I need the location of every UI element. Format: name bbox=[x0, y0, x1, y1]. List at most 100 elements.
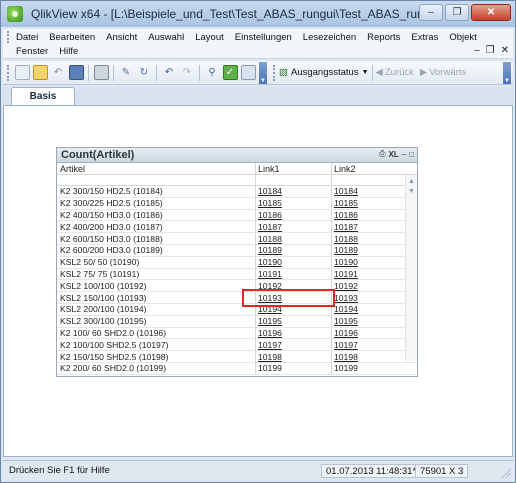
link-text[interactable]: 10187 bbox=[334, 222, 358, 232]
cell-artikel[interactable]: K2 600/200 HD3.0 (10189) bbox=[57, 245, 255, 255]
link-text[interactable]: 10191 bbox=[334, 269, 358, 279]
toolbar-overflow-icon-2[interactable]: ▼ bbox=[503, 61, 511, 84]
tab-basis[interactable]: Basis bbox=[11, 87, 75, 105]
cell-link1[interactable]: 10191 bbox=[255, 268, 331, 280]
menu-extras[interactable]: Extras bbox=[411, 32, 438, 43]
cell-link2[interactable]: 10190 bbox=[331, 256, 403, 268]
open-folder-icon[interactable] bbox=[32, 65, 48, 80]
cell-artikel[interactable]: K2 600/150 HD3.0 (10188) bbox=[57, 234, 255, 244]
cell-link1[interactable]: 10197 bbox=[255, 339, 331, 351]
print-icon[interactable]: ⎙ bbox=[379, 149, 385, 159]
menu-einstellungen[interactable]: Einstellungen bbox=[235, 32, 292, 43]
cell-link1[interactable]: 10190 bbox=[255, 256, 331, 268]
menu-auswahl[interactable]: Auswahl bbox=[148, 32, 184, 43]
sheet-area[interactable]: Count(Artikel) ⎙ XL – □ Artikel Link1 Li… bbox=[3, 105, 513, 457]
link-text[interactable]: 10189 bbox=[258, 245, 282, 255]
link-text[interactable]: 10188 bbox=[258, 234, 282, 244]
table-row[interactable]: KSL2 100/100 (10192) 10192 10192 bbox=[57, 280, 417, 293]
table-row[interactable]: K2 400/200 HD3.0 (10187) 10187 10187 bbox=[57, 221, 417, 234]
cell-link1[interactable]: 10198 bbox=[255, 351, 331, 362]
table-row[interactable]: K2 200/ 60 SHD2.0 (10199) 10199 10199 bbox=[57, 362, 417, 375]
table-row[interactable]: K2 600/200 HD3.0 (10189) 10189 10189 bbox=[57, 244, 417, 257]
cell-artikel[interactable]: KSL2 200/100 (10194) bbox=[57, 304, 255, 314]
link-text[interactable]: 10184 bbox=[334, 186, 358, 196]
table-row[interactable]: KSL2 150/100 (10193) 10193 10193 bbox=[57, 292, 417, 304]
link-text[interactable]: 10188 bbox=[334, 234, 358, 244]
cell-link2[interactable]: 10187 bbox=[331, 221, 403, 233]
undo-icon[interactable]: ↶ bbox=[162, 65, 177, 80]
link-text[interactable]: 10199 bbox=[258, 363, 282, 373]
table-row[interactable]: K2 300/225 HD2.5 (10185) 10185 10185 bbox=[57, 197, 417, 210]
scroll-down-icon[interactable]: ▼ bbox=[408, 188, 415, 195]
cell-artikel[interactable]: K2 150/150 SHD2.5 (10198) bbox=[57, 352, 255, 362]
table-box[interactable]: Count(Artikel) ⎙ XL – □ Artikel Link1 Li… bbox=[56, 147, 418, 377]
table-icon[interactable] bbox=[240, 65, 256, 80]
cell-link2[interactable]: 10184 bbox=[331, 186, 403, 197]
cell-link1[interactable]: 10189 bbox=[255, 244, 331, 256]
link-text[interactable]: 10187 bbox=[258, 222, 282, 232]
cell-artikel[interactable]: KSL2 150/100 (10193) bbox=[57, 293, 255, 303]
column-header-link1[interactable]: Link1 bbox=[255, 162, 331, 175]
cell-link2[interactable]: 10194 bbox=[331, 303, 403, 315]
column-header-link2[interactable]: Link2 bbox=[331, 162, 403, 175]
cell-link2[interactable]: 10191 bbox=[331, 268, 403, 280]
cell-link2[interactable]: 10198 bbox=[331, 351, 403, 362]
table-row[interactable]: K2 100/ 60 SHD2.0 (10196) 10196 10196 bbox=[57, 327, 417, 340]
cell-link2[interactable]: 10197 bbox=[331, 339, 403, 351]
cell-link2[interactable]: 10195 bbox=[331, 315, 403, 327]
link-text[interactable]: 10197 bbox=[258, 340, 282, 350]
cell-link1[interactable]: 10199 bbox=[255, 362, 331, 374]
link-text[interactable]: 10196 bbox=[334, 328, 358, 338]
reload-icon[interactable]: ↻ bbox=[137, 65, 152, 80]
maximize-icon[interactable]: □ bbox=[409, 150, 414, 159]
cell-link1[interactable]: 10187 bbox=[255, 221, 331, 233]
toolbar-grip[interactable] bbox=[7, 64, 10, 81]
menu-lesezeichen[interactable]: Lesezeichen bbox=[303, 32, 356, 43]
table-caption[interactable]: Count(Artikel) ⎙ XL – □ bbox=[57, 148, 417, 163]
resize-grip-icon[interactable] bbox=[501, 468, 511, 478]
back-button[interactable]: ◀ Zurück bbox=[376, 67, 414, 78]
link-text[interactable]: 10199 bbox=[334, 363, 358, 373]
doc-minimize-icon[interactable]: – bbox=[474, 45, 480, 56]
cell-link2[interactable]: 10188 bbox=[331, 233, 403, 244]
menu-hilfe[interactable]: Hilfe bbox=[59, 46, 78, 57]
cell-link2[interactable]: 10193 bbox=[331, 292, 403, 303]
scroll-up-icon[interactable]: ▲ bbox=[408, 178, 415, 185]
menu-ansicht[interactable]: Ansicht bbox=[106, 32, 137, 43]
xl-export-icon[interactable]: XL bbox=[388, 150, 398, 159]
cell-artikel[interactable]: KSL2 300/100 (10195) bbox=[57, 316, 255, 326]
print-icon[interactable] bbox=[93, 65, 109, 80]
link-text[interactable]: 10184 bbox=[258, 186, 282, 196]
cell-link2[interactable]: 10189 bbox=[331, 244, 403, 256]
doc-restore-icon[interactable]: ❐ bbox=[486, 45, 495, 56]
cell-link2[interactable]: 10186 bbox=[331, 209, 403, 221]
toolbar-grip-2[interactable] bbox=[273, 64, 276, 81]
column-header-artikel[interactable]: Artikel bbox=[57, 164, 255, 174]
link-text[interactable]: 10195 bbox=[334, 316, 358, 326]
close-window-button[interactable]: ✕ bbox=[471, 4, 511, 21]
link-text[interactable]: 10193 bbox=[334, 293, 358, 303]
cell-artikel[interactable]: K2 100/ 60 SHD2.0 (10196) bbox=[57, 328, 255, 338]
link-text[interactable]: 10185 bbox=[334, 198, 358, 208]
link-text[interactable]: 10186 bbox=[258, 210, 282, 220]
checkmark-icon[interactable]: ✓ bbox=[222, 65, 238, 80]
search-icon[interactable]: ⚲ bbox=[205, 65, 220, 80]
cell-artikel[interactable]: K2 100/100 SHD2.5 (10197) bbox=[57, 340, 255, 350]
link-text[interactable]: 10195 bbox=[258, 316, 282, 326]
cell-artikel[interactable]: KSL2 75/ 75 (10191) bbox=[57, 269, 255, 279]
link-text[interactable]: 10190 bbox=[258, 257, 282, 267]
link-text[interactable]: 10185 bbox=[258, 198, 282, 208]
table-row[interactable]: KSL2 200/100 (10194) 10194 10194 bbox=[57, 303, 417, 316]
cell-link1[interactable]: 10185 bbox=[255, 197, 331, 209]
cell-link1[interactable]: 10184 bbox=[255, 186, 331, 197]
redo-icon[interactable]: ↷ bbox=[180, 65, 195, 80]
link-text[interactable]: 10198 bbox=[258, 352, 282, 362]
cell-artikel[interactable]: K2 400/200 HD3.0 (10187) bbox=[57, 222, 255, 232]
doc-close-icon[interactable]: ✕ bbox=[501, 45, 509, 56]
minimize-window-button[interactable]: – bbox=[419, 4, 443, 21]
search-cell-link1[interactable] bbox=[255, 175, 331, 185]
cell-link2[interactable]: 10199 bbox=[331, 362, 403, 374]
cell-artikel[interactable]: K2 200/ 60 SHD2.0 (10199) bbox=[57, 363, 255, 373]
table-row[interactable]: K2 150/150 SHD2.5 (10198) 10198 10198 bbox=[57, 351, 417, 363]
cell-artikel[interactable]: K2 300/225 HD2.5 (10185) bbox=[57, 198, 255, 208]
